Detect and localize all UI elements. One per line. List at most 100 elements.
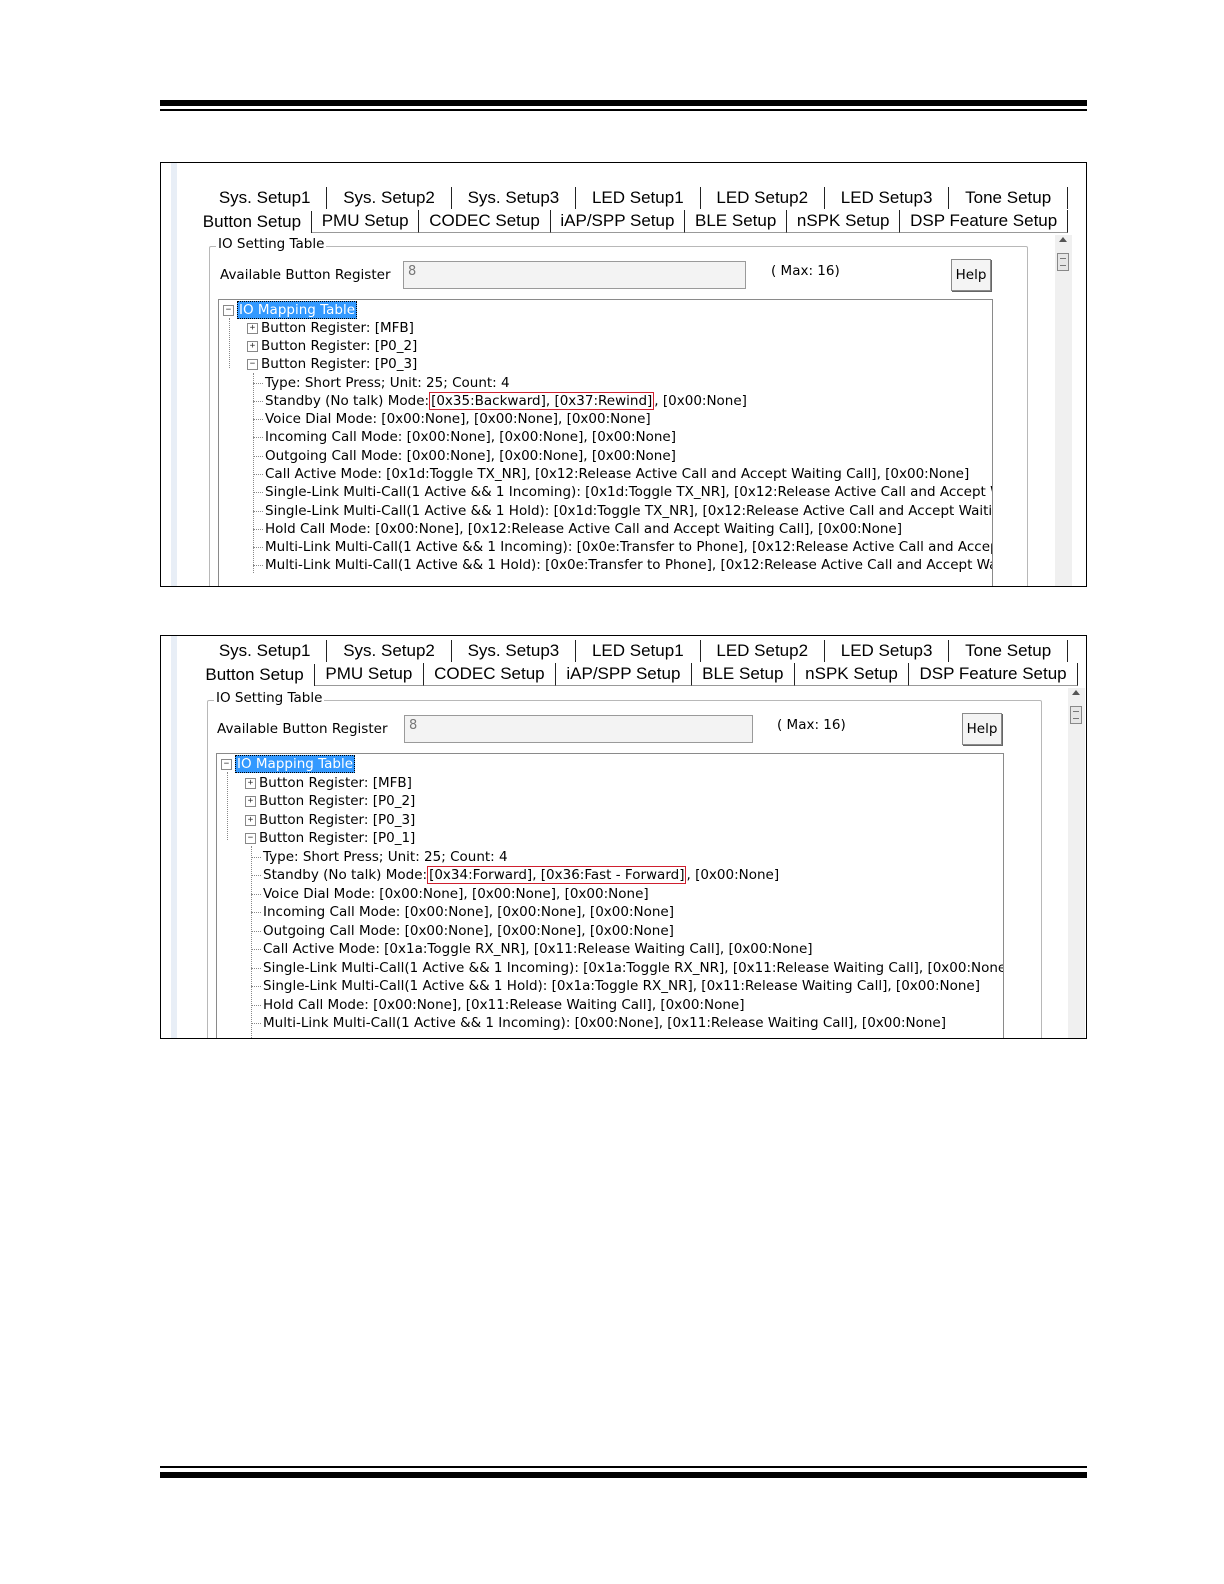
tree-leaf-mode[interactable]: Multi-Link Multi-Call(1 Active && 1 Hold…: [253, 556, 993, 574]
available-button-label: Available Button Register: [217, 721, 388, 737]
tab-sys-setup3[interactable]: Sys. Setup3: [452, 187, 577, 209]
tab-led-setup3[interactable]: LED Setup3: [825, 640, 950, 662]
tree-leaf-mode[interactable]: Incoming Call Mode: [0x00:None], [0x00:N…: [251, 903, 674, 921]
tab-button-setup[interactable]: Button Setup: [195, 664, 316, 686]
tree-leaf-label: Hold Call Mode: [0x00:None], [0x12:Relea…: [265, 521, 902, 537]
vertical-scrollbar[interactable]: [1055, 235, 1072, 586]
tab-led-setup1[interactable]: LED Setup1: [576, 640, 701, 662]
expand-icon[interactable]: +: [245, 777, 256, 789]
tree-leaf-mode[interactable]: Call Active Mode: [0x1a:Toggle RX_NR], […: [251, 940, 813, 958]
tree-item-register[interactable]: + Button Register: [P0_2]: [247, 337, 417, 355]
tab-button-setup[interactable]: Button Setup: [193, 211, 312, 233]
tree-connector: [251, 1022, 261, 1024]
tree-leaf-type[interactable]: Type: Short Press; Unit: 25; Count: 4: [253, 374, 510, 392]
tree-leaf-label: Multi-Link Multi-Call(1 Active && 1 Hold…: [265, 557, 993, 573]
triangle-up-icon[interactable]: [1059, 237, 1067, 242]
tree-item-register[interactable]: + Button Register: [P0_2]: [245, 792, 415, 810]
tree-root-label: IO Mapping Table: [235, 755, 356, 773]
collapse-icon[interactable]: −: [247, 358, 258, 370]
tree-leaf-standby[interactable]: Standby (No talk) Mode: [0x35:Backward], …: [253, 392, 747, 410]
tree-item-register[interactable]: + Button Register: [MFB]: [245, 774, 412, 792]
available-button-field[interactable]: 8: [404, 715, 753, 743]
tree-leaf-label: Type: Short Press; Unit: 25; Count: 4: [265, 375, 510, 391]
tree-item-register[interactable]: + Button Register: [MFB]: [247, 319, 414, 337]
tree-connector: [251, 893, 261, 895]
expand-icon[interactable]: +: [247, 340, 258, 352]
tab-sys-setup1[interactable]: Sys. Setup1: [203, 640, 328, 662]
tree-root[interactable]: − IO Mapping Table: [223, 301, 358, 319]
help-button[interactable]: Help: [962, 713, 1002, 745]
tree-root[interactable]: − IO Mapping Table: [221, 755, 356, 773]
tree-leaf-mode[interactable]: Outgoing Call Mode: [0x00:None], [0x00:N…: [253, 447, 676, 465]
tree-leaf-standby[interactable]: Standby (No talk) Mode: [0x34:Forward], […: [251, 866, 779, 884]
tree-leaf-mode[interactable]: Call Active Mode: [0x1d:Toggle TX_NR], […: [253, 465, 969, 483]
standby-suffix: , [0x00:None]: [654, 393, 747, 409]
triangle-up-icon[interactable]: [1072, 690, 1080, 695]
tab-codec-setup[interactable]: CODEC Setup: [419, 210, 551, 233]
tree-item-register[interactable]: − Button Register: [P0_3]: [247, 355, 417, 373]
collapse-icon[interactable]: −: [221, 758, 232, 770]
tab-led-setup1[interactable]: LED Setup1: [576, 187, 701, 209]
tree-leaf-mode[interactable]: Voice Dial Mode: [0x00:None], [0x00:None…: [253, 410, 651, 428]
tab-tone-setup[interactable]: Tone Setup: [949, 187, 1069, 209]
tab-led-setup2[interactable]: LED Setup2: [701, 640, 825, 662]
tree-leaf-label: Single-Link Multi-Call(1 Active && 1 Hol…: [265, 503, 993, 519]
tree-leaf-mode[interactable]: Single-Link Multi-Call(1 Active && 1 Hol…: [251, 977, 980, 995]
tree-leaf-mode[interactable]: Single-Link Multi-Call(1 Active && 1 Inc…: [253, 483, 992, 501]
tab-ble-setup[interactable]: BLE Setup: [691, 663, 795, 686]
collapse-icon[interactable]: −: [245, 832, 256, 844]
tree-item-register[interactable]: − Button Register: [P0_1]: [245, 829, 415, 847]
tree-leaf-label: Call Active Mode: [0x1a:Toggle RX_NR], […: [263, 941, 813, 957]
header-rule-thick: [160, 100, 1087, 106]
tab-nspk-setup[interactable]: nSPK Setup: [787, 210, 901, 233]
tab-dsp-feature-setup[interactable]: DSP Feature Setup: [900, 210, 1069, 233]
grip-icon[interactable]: [1070, 706, 1082, 724]
io-mapping-tree[interactable]: − IO Mapping Table + Button Register: [MFB…: [218, 299, 993, 586]
tree-leaf-mode[interactable]: Incoming Call Mode: [0x00:None], [0x00:N…: [253, 428, 676, 446]
tree-leaf-mode[interactable]: Hold Call Mode: [0x00:None], [0x11:Relea…: [251, 996, 744, 1014]
tab-iap-spp-setup[interactable]: iAP/SPP Setup: [550, 210, 686, 233]
tree-connector: [251, 930, 261, 932]
standby-highlight: [0x34:Forward], [0x36:Fast - Forward]: [427, 866, 687, 884]
standby-suffix: , [0x00:None]: [686, 867, 780, 883]
tree-leaf-mode[interactable]: Multi-Link Multi-Call(1 Active && 1 Inco…: [251, 1014, 946, 1032]
tree-leaf-label: Type: Short Press; Unit: 25; Count: 4: [263, 849, 508, 865]
tab-ble-setup[interactable]: BLE Setup: [685, 210, 788, 233]
grip-icon[interactable]: [1057, 253, 1069, 271]
tab-sys-setup3[interactable]: Sys. Setup3: [452, 640, 577, 662]
tree-leaf-mode[interactable]: Voice Dial Mode: [0x00:None], [0x00:None…: [251, 885, 649, 903]
tab-pmu-setup[interactable]: PMU Setup: [311, 210, 420, 233]
expand-icon[interactable]: +: [245, 814, 256, 826]
footer-rule-thick: [160, 1472, 1087, 1478]
help-button[interactable]: Help: [951, 259, 991, 291]
tab-nspk-setup[interactable]: nSPK Setup: [794, 663, 910, 686]
expand-icon[interactable]: +: [245, 795, 256, 807]
tab-led-setup3[interactable]: LED Setup3: [825, 187, 950, 209]
tree-leaf-mode[interactable]: Multi-Link Multi-Call(1 Active && 1 Inco…: [253, 538, 993, 556]
tab-sys-setup2[interactable]: Sys. Setup2: [327, 640, 452, 662]
available-button-field[interactable]: 8: [403, 261, 746, 289]
io-mapping-tree[interactable]: − IO Mapping Table + Button Register: [MFB…: [216, 753, 1004, 1038]
tree-guide-root: [229, 318, 230, 368]
tab-dsp-feature-setup[interactable]: DSP Feature Setup: [909, 663, 1078, 686]
tree-leaf-mode[interactable]: Outgoing Call Mode: [0x00:None], [0x00:N…: [251, 922, 674, 940]
tree-leaf-mode[interactable]: Hold Call Mode: [0x00:None], [0x12:Relea…: [253, 520, 902, 538]
tree-item-register[interactable]: + Button Register: [P0_3]: [245, 811, 415, 829]
screenshot-1: Sys. Setup1 Sys. Setup2 Sys. Setup3 LED …: [160, 162, 1087, 587]
tree-connector: [253, 546, 263, 548]
tab-sys-setup2[interactable]: Sys. Setup2: [327, 187, 452, 209]
tab-tone-setup[interactable]: Tone Setup: [949, 640, 1069, 662]
tab-iap-spp-setup[interactable]: iAP/SPP Setup: [556, 663, 692, 686]
vertical-scrollbar[interactable]: [1068, 688, 1085, 1038]
tab-led-setup2[interactable]: LED Setup2: [701, 187, 825, 209]
tree-leaf-type[interactable]: Type: Short Press; Unit: 25; Count: 4: [251, 848, 508, 866]
collapse-icon[interactable]: −: [223, 304, 234, 316]
tree-leaf-label: Multi-Link Multi-Call(1 Active && 1 Inco…: [265, 539, 993, 555]
tree-connector: [253, 382, 263, 384]
tree-leaf-mode[interactable]: Single-Link Multi-Call(1 Active && 1 Inc…: [251, 959, 1003, 977]
tab-codec-setup[interactable]: CODEC Setup: [423, 663, 556, 686]
expand-icon[interactable]: +: [247, 322, 258, 334]
tree-leaf-mode[interactable]: Single-Link Multi-Call(1 Active && 1 Hol…: [253, 502, 993, 520]
tab-sys-setup1[interactable]: Sys. Setup1: [203, 187, 328, 209]
tab-pmu-setup[interactable]: PMU Setup: [315, 663, 424, 686]
